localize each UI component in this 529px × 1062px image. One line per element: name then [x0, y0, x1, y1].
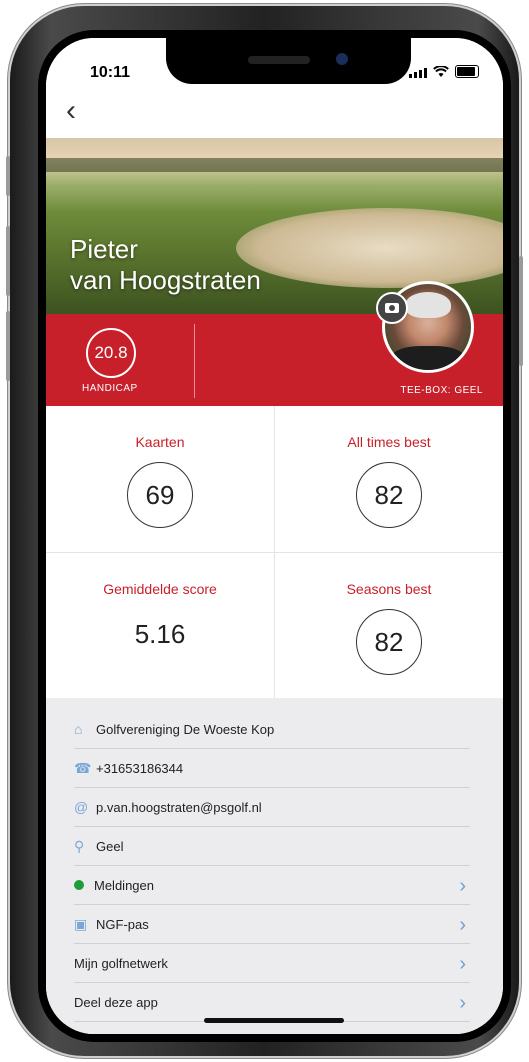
stat-label: All times best	[347, 434, 431, 450]
home-indicator[interactable]	[204, 1018, 344, 1023]
stat-kaarten[interactable]: Kaarten 69	[46, 406, 274, 552]
grid-divider-horizontal	[46, 552, 503, 553]
handicap-label: HANDICAP	[82, 383, 138, 394]
phone-icon: ☎	[74, 759, 92, 776]
stats-grid: Kaarten 69 All times best 82 Gemiddelde …	[46, 406, 503, 698]
hero-treeline	[46, 158, 503, 172]
last-name: van Hoogstraten	[70, 265, 261, 295]
home-icon: ⌂	[74, 721, 83, 737]
info-club: ⌂ Golfvereniging De Woeste Kop	[74, 710, 470, 749]
chevron-right-icon: ›	[459, 953, 466, 975]
chevron-right-icon: ›	[459, 875, 466, 897]
app-screen: 10:11 ‹ Pieter van Hoogstraten 20.8 HAND…	[46, 38, 503, 1034]
location-name: Geel	[96, 838, 124, 854]
status-icons	[409, 65, 479, 78]
stat-value: 5.16	[134, 619, 186, 649]
stat-label: Kaarten	[135, 434, 185, 450]
handicap-band: 20.8 HANDICAP TEE-BOX: GEEL	[46, 281, 503, 406]
front-camera	[336, 53, 348, 65]
first-name: Pieter	[70, 234, 138, 264]
stat-value: 69	[127, 462, 193, 528]
hero-bunker	[236, 208, 503, 288]
volume-down-button	[6, 311, 10, 381]
menu-label: Meldingen	[94, 877, 154, 893]
wifi-icon	[433, 66, 449, 77]
stat-seasons-best[interactable]: Seasons best 82	[275, 553, 503, 699]
info-list: ⌂ Golfvereniging De Woeste Kop ☎ +316531…	[46, 698, 503, 1034]
speaker	[248, 56, 310, 64]
id-card-icon: ▣	[74, 915, 88, 932]
club-name: Golfvereniging De Woeste Kop	[96, 721, 275, 737]
back-button[interactable]: ‹	[66, 96, 76, 126]
info-email[interactable]: @ p.van.hoogstraten@psgolf.nl	[74, 788, 470, 827]
stat-gemiddelde-score[interactable]: Gemiddelde score 5.16	[46, 553, 274, 699]
email-address: p.van.hoogstraten@psgolf.nl	[96, 799, 262, 815]
profile-name: Pieter van Hoogstraten	[70, 234, 261, 296]
stat-value: 82	[356, 462, 422, 528]
mute-switch	[6, 156, 10, 196]
stat-label: Gemiddelde score	[103, 581, 217, 597]
handicap-value: 20.8	[86, 328, 136, 378]
change-photo-button[interactable]	[376, 292, 408, 324]
phone-bezel: 10:11 ‹ Pieter van Hoogstraten 20.8 HAND…	[38, 30, 511, 1042]
menu-deel-app[interactable]: Deel deze app ›	[74, 983, 470, 1022]
tee-box-label: TEE-BOX: GEEL	[400, 385, 483, 396]
menu-label: Deel deze app	[74, 994, 158, 1010]
notch	[166, 38, 411, 84]
volume-up-button	[6, 226, 10, 296]
stat-value: 82	[356, 609, 422, 675]
menu-label: NGF-pas	[96, 916, 149, 932]
signal-icon	[409, 68, 427, 78]
status-dot	[74, 880, 84, 890]
menu-golfnetwerk[interactable]: Mijn golfnetwerk ›	[74, 944, 470, 983]
menu-label: Mijn golfnetwerk	[74, 955, 168, 971]
phone-number: +31653186344	[96, 760, 184, 776]
at-icon: @	[74, 799, 89, 815]
battery-icon	[455, 65, 479, 78]
stat-label: Seasons best	[346, 581, 432, 597]
stat-all-times-best[interactable]: All times best 82	[275, 406, 503, 552]
chevron-right-icon: ›	[459, 992, 466, 1014]
info-location: ⚲ Geel	[74, 827, 470, 866]
power-button	[519, 256, 523, 366]
camera-icon	[385, 303, 399, 313]
chevron-left-icon: ‹	[66, 94, 76, 127]
location-pin-icon: ⚲	[74, 837, 85, 854]
status-time: 10:11	[90, 64, 131, 81]
info-phone[interactable]: ☎ +31653186344	[74, 749, 470, 788]
menu-ngf-pas[interactable]: ▣ NGF-pas ›	[74, 905, 470, 944]
band-divider	[194, 324, 195, 398]
chevron-right-icon: ›	[459, 914, 466, 936]
menu-meldingen[interactable]: Meldingen ›	[74, 866, 470, 905]
